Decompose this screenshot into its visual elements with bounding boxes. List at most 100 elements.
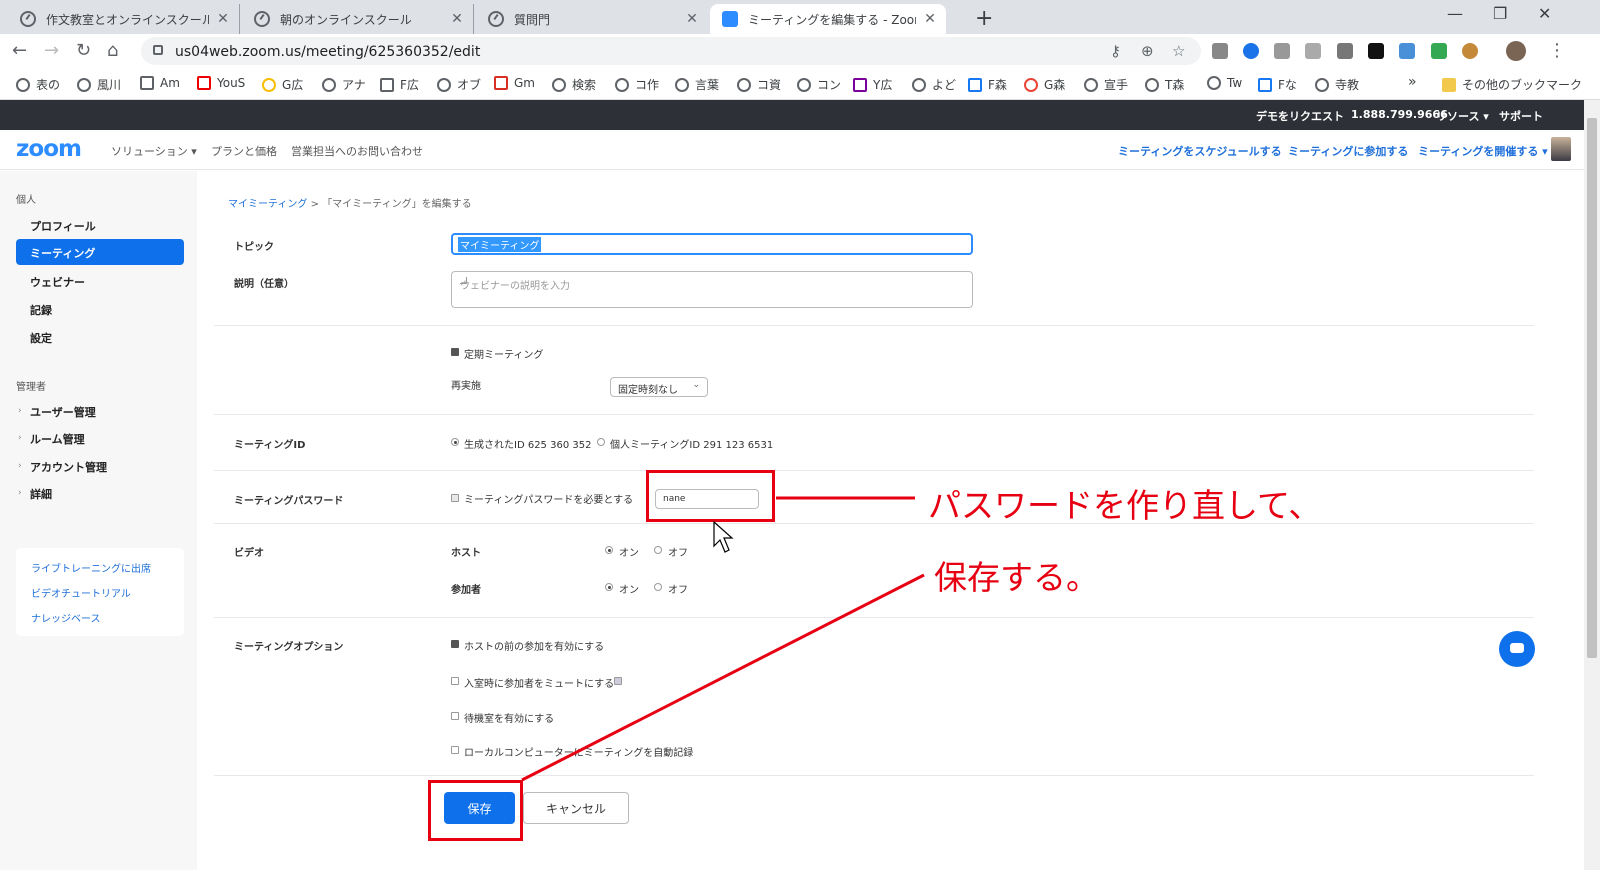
other-bookmarks[interactable]: その他のブックマーク	[1442, 76, 1582, 93]
participants-video-on-radio[interactable]	[605, 583, 613, 591]
host-video-off-radio[interactable]	[654, 546, 662, 554]
close-window-icon[interactable]: ✕	[1538, 4, 1551, 23]
mute-on-entry-checkbox[interactable]	[451, 677, 459, 685]
participants-video-off-radio[interactable]	[654, 583, 662, 591]
sidebar-item-advanced[interactable]: 詳細	[30, 486, 52, 502]
sidebar-item-settings[interactable]: 設定	[30, 330, 52, 346]
bookmark-item[interactable]: アナ	[322, 76, 366, 93]
generated-id-radio[interactable]	[451, 438, 459, 446]
bookmark-item[interactable]: 風川	[77, 76, 121, 93]
bookmark-item[interactable]: Am	[140, 76, 180, 90]
extension-icon[interactable]	[1243, 43, 1259, 59]
bookmark-item[interactable]: Gm	[494, 76, 535, 90]
nav-plans[interactable]: プランと価格	[211, 143, 277, 159]
scrollbar[interactable]	[1584, 100, 1600, 870]
bookmark-item[interactable]: Tw	[1207, 76, 1242, 90]
join-before-host-checkbox[interactable]	[451, 640, 459, 648]
close-tab-icon[interactable]: ✕	[922, 11, 938, 27]
description-textarea[interactable]: ウェビナーの説明を入力	[451, 271, 973, 308]
bookmark-item[interactable]: コン	[797, 76, 841, 93]
cookie-icon[interactable]	[1462, 43, 1478, 59]
auto-record-checkbox[interactable]	[451, 746, 459, 754]
restore-icon[interactable]: ❐	[1493, 4, 1507, 23]
sidebar-item-room-management[interactable]: ルーム管理	[30, 431, 85, 447]
extension-icon[interactable]	[1212, 43, 1228, 59]
forward-icon[interactable]: →	[44, 40, 59, 61]
zoom-logo[interactable]: zoom	[16, 136, 82, 162]
extension-icon[interactable]	[1337, 43, 1353, 59]
require-password-checkbox[interactable]	[451, 494, 459, 502]
key-icon[interactable]: ⚷	[1110, 42, 1121, 60]
star-icon[interactable]: ☆	[1172, 42, 1185, 60]
browser-tab[interactable]: 作文教室とオンラインスクールの営業 ✕	[8, 4, 240, 34]
host-meeting-menu[interactable]: ミーティングを開催する ▾	[1418, 143, 1548, 159]
schedule-meeting-link[interactable]: ミーティングをスケジュールする	[1118, 143, 1282, 159]
request-demo-link[interactable]: デモをリクエスト	[1256, 108, 1344, 124]
resize-handle[interactable]	[460, 277, 467, 284]
bookmark-item[interactable]: 寺教	[1315, 76, 1359, 93]
sidebar-item-account-management[interactable]: アカウント管理	[30, 459, 107, 475]
browser-tab[interactable]: 質問門 ✕	[476, 4, 708, 34]
new-tab-icon[interactable]: +	[975, 6, 993, 31]
reload-icon[interactable]: ↻	[76, 40, 91, 61]
recurrence-select[interactable]: 固定時刻なし ⌄	[610, 377, 708, 397]
scrollbar-thumb[interactable]	[1587, 118, 1597, 658]
bookmark-item[interactable]: F森	[968, 76, 1007, 93]
profile-avatar[interactable]	[1506, 41, 1526, 61]
extension-icon[interactable]	[1399, 43, 1415, 59]
extension-icon[interactable]	[1274, 43, 1290, 59]
close-tab-icon[interactable]: ✕	[449, 11, 465, 27]
recurring-checkbox[interactable]	[451, 348, 459, 356]
extension-icon[interactable]	[1368, 43, 1384, 59]
breadcrumb-my-meetings[interactable]: マイミーティング	[228, 199, 307, 210]
sidebar-item-meetings[interactable]: ミーティング	[16, 239, 184, 265]
bookmark-item[interactable]: 宣手	[1084, 76, 1128, 93]
join-meeting-link[interactable]: ミーティングに参加する	[1288, 143, 1408, 159]
bookmark-item[interactable]: オブ	[437, 76, 481, 93]
sidebar-item-recordings[interactable]: 記録	[30, 302, 52, 318]
bookmark-item[interactable]: F広	[380, 76, 419, 93]
bookmark-item[interactable]: YouS	[197, 76, 245, 90]
minimize-icon[interactable]: —	[1447, 4, 1463, 23]
waiting-room-checkbox[interactable]	[451, 712, 459, 720]
zoom-icon[interactable]: ⊕	[1141, 42, 1154, 60]
bookmark-item[interactable]: Fな	[1258, 76, 1297, 93]
bookmark-item[interactable]: 言葉	[675, 76, 719, 93]
bookmark-item[interactable]: 表の	[16, 76, 60, 93]
resources-menu[interactable]: リソース ▾	[1436, 108, 1489, 124]
bookmark-item[interactable]: G森	[1024, 76, 1065, 93]
bookmark-item[interactable]: Y広	[853, 76, 892, 93]
host-video-on-radio[interactable]	[605, 546, 613, 554]
sidebar-item-webinars[interactable]: ウェビナー	[30, 274, 85, 290]
topic-input[interactable]: マイミーティング	[451, 233, 973, 255]
avatar[interactable]	[1551, 137, 1571, 161]
bookmark-item[interactable]: T森	[1145, 76, 1184, 93]
close-tab-icon[interactable]: ✕	[684, 11, 700, 27]
bookmark-item[interactable]: コ作	[615, 76, 659, 93]
cancel-button[interactable]: キャンセル	[523, 792, 629, 824]
chat-icon[interactable]	[1499, 631, 1535, 667]
more-bookmarks-icon[interactable]: »	[1408, 74, 1417, 90]
sidebar-item-user-management[interactable]: ユーザー管理	[30, 404, 96, 420]
sidebar-item-profile[interactable]: プロフィール	[30, 218, 96, 234]
home-icon[interactable]: ⌂	[107, 40, 118, 61]
close-tab-icon[interactable]: ✕	[215, 11, 231, 27]
bookmark-item[interactable]: よど	[912, 76, 956, 93]
back-icon[interactable]: ←	[12, 40, 27, 61]
help-icon[interactable]	[614, 677, 622, 685]
drive-icon[interactable]	[1431, 43, 1447, 59]
support-link[interactable]: サポート	[1499, 108, 1543, 124]
bookmark-item[interactable]: 検索	[552, 76, 596, 93]
address-bar[interactable]: us04web.zoom.us/meeting/625360352/edit ⚷…	[141, 37, 1201, 65]
live-training-link[interactable]: ライブトレーニングに出席	[31, 560, 151, 575]
video-tutorials-link[interactable]: ビデオチュートリアル	[31, 585, 131, 600]
nav-contact-sales[interactable]: 営業担当へのお問い合わせ	[291, 143, 423, 159]
bookmark-item[interactable]: コ資	[737, 76, 781, 93]
nav-solutions[interactable]: ソリューション ▾	[111, 143, 197, 159]
extension-icon[interactable]	[1305, 43, 1321, 59]
knowledge-base-link[interactable]: ナレッジベース	[31, 610, 101, 625]
browser-tab[interactable]: 朝のオンラインスクール ✕	[242, 4, 474, 34]
personal-id-radio[interactable]	[597, 438, 605, 446]
menu-icon[interactable]: ⋮	[1548, 40, 1566, 61]
browser-tab-active[interactable]: ミーティングを編集する - Zoom ✕	[710, 4, 946, 34]
